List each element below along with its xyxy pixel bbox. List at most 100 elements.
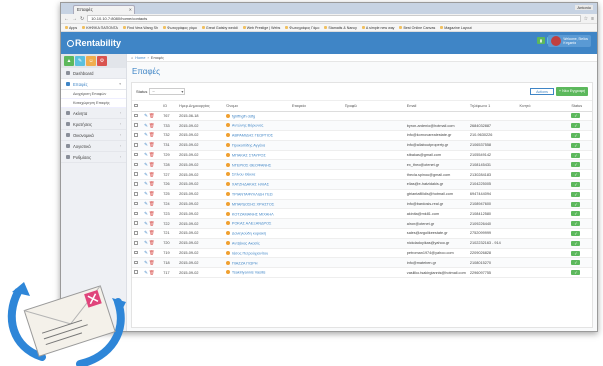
edit-icon[interactable]: ✎ bbox=[144, 132, 148, 137]
contact-name-link[interactable]: ΡΟΚΑΣ ΑΛΕΞΑΝΔΡΟΣ bbox=[232, 222, 271, 226]
row-checkbox[interactable] bbox=[134, 182, 138, 186]
menu-icon[interactable]: ≡ bbox=[591, 16, 594, 22]
bookmark-item[interactable]: Φωτογράφος Γάμο bbox=[285, 26, 319, 30]
column-header[interactable]: ID bbox=[161, 101, 178, 112]
edit-icon[interactable]: ✎ bbox=[144, 123, 148, 128]
delete-icon[interactable]: 🗑 bbox=[149, 172, 155, 177]
table-row[interactable]: ✎🗑 721 2015-09-02 Δανιηλούδη κυριακή sales@a… bbox=[132, 228, 592, 239]
edit-icon[interactable]: ✎ bbox=[144, 113, 148, 118]
table-row[interactable]: ✎🗑 722 2015-09-02 ΡΟΚΑΣ ΑΛΕΞΑΝΔΡΟΣ alron@ote… bbox=[132, 218, 592, 230]
table-row[interactable]: ✎🗑 733 2015-09-02 Αντώνης Βόρωνας byron-arde… bbox=[132, 120, 592, 132]
contact-name-link[interactable]: Tsakiriyannis Vasilis bbox=[232, 271, 265, 275]
row-checkbox[interactable] bbox=[134, 143, 138, 147]
edit-icon[interactable]: ✎ bbox=[144, 181, 148, 186]
contact-name-link[interactable]: ΤΡΙΑΝΤΑΦΥΛΛΙΔΗ ΓΕΩ bbox=[232, 193, 273, 197]
table-row[interactable]: ✎🗑 717 2015-09-02 Tsakiriyannis Vasilis vasi… bbox=[132, 267, 592, 279]
bookmark-item[interactable]: ΚΗΦΙΚΑ ΠΑΠΟΝΤΑ bbox=[82, 26, 118, 30]
row-checkbox[interactable] bbox=[134, 270, 138, 274]
edit-icon[interactable]: ✎ bbox=[144, 270, 148, 275]
cell-name[interactable]: Σπίνου Θέκλα bbox=[224, 169, 290, 181]
table-row[interactable]: ✎🗑 720 2015-09-02 Αντζάκας Ακασίς nickdadoyi… bbox=[132, 238, 592, 249]
bookmark-item[interactable]: Great Gatsby weddi bbox=[201, 26, 238, 30]
status-check-icon[interactable]: ✓ bbox=[571, 181, 581, 187]
chart-icon[interactable]: ▲ bbox=[64, 56, 74, 66]
edit-icon[interactable]: ✎ bbox=[144, 211, 148, 216]
sidebar-subitem[interactable]: Διαχείριση Επαφών bbox=[61, 90, 126, 99]
new-record-button[interactable]: + Νέα Εγγραφή bbox=[556, 87, 588, 96]
status-check-icon[interactable]: ✓ bbox=[571, 152, 581, 158]
delete-icon[interactable]: 🗑 bbox=[149, 132, 155, 137]
delete-icon[interactable]: 🗑 bbox=[149, 260, 155, 265]
star-icon[interactable]: ☆ bbox=[584, 16, 588, 22]
users-icon[interactable]: ☺ bbox=[86, 56, 96, 66]
cell-name[interactable]: Tsakiriyannis Vasilis bbox=[224, 267, 290, 279]
edit-icon[interactable]: ✎ bbox=[144, 230, 148, 235]
delete-icon[interactable]: 🗑 bbox=[149, 152, 155, 157]
status-check-icon[interactable]: ✓ bbox=[571, 221, 581, 227]
cell-name[interactable]: Προκοπίδης Αγγέλα bbox=[224, 140, 290, 151]
status-check-icon[interactable]: ✓ bbox=[571, 172, 581, 178]
status-check-icon[interactable]: ✓ bbox=[571, 250, 581, 256]
status-check-icon[interactable]: ✓ bbox=[571, 191, 581, 197]
table-row[interactable]: ✎🗑 723 2015-09-02 ΚΟΤΖΑΜΑΝΗΣ ΜΙΧΑΗΛ akinita@… bbox=[132, 208, 592, 220]
row-checkbox[interactable] bbox=[134, 192, 138, 196]
delete-icon[interactable]: 🗑 bbox=[149, 221, 155, 226]
row-checkbox[interactable] bbox=[134, 172, 138, 176]
edit-icon[interactable]: ✎ bbox=[144, 191, 148, 196]
delete-icon[interactable]: 🗑 bbox=[149, 240, 155, 245]
delete-icon[interactable]: 🗑 bbox=[149, 201, 155, 206]
edit-icon[interactable]: ✎ bbox=[144, 250, 148, 255]
cell-name[interactable]: ΡΟΚΑΣ ΑΛΕΞΑΝΔΡΟΣ bbox=[224, 218, 290, 230]
edit-icon[interactable]: ✎ bbox=[144, 201, 148, 206]
sidebar-item-5[interactable]: Οικονομικά ‹ bbox=[61, 130, 126, 141]
sidebar-subitem[interactable]: Καταχώρηση Επαφής bbox=[61, 99, 126, 108]
table-row[interactable]: ✎🗑 726 2015-09-02 ΧΑΤΖΗΔΑΚΗΣ ΗΛΙΑΣ elias@e-h… bbox=[132, 179, 592, 190]
bookmark-item[interactable]: Apps bbox=[65, 26, 77, 30]
cell-name[interactable]: ΧΑΤΖΗΔΑΚΗΣ ΗΛΙΑΣ bbox=[224, 179, 290, 190]
pencil-icon[interactable]: ✎ bbox=[75, 56, 85, 66]
delete-icon[interactable]: 🗑 bbox=[149, 211, 155, 216]
delete-icon[interactable]: 🗑 bbox=[149, 162, 155, 167]
bookmark-item[interactable]: A simple new way bbox=[361, 26, 394, 30]
status-filter-select[interactable]: -- bbox=[149, 88, 186, 95]
sidebar-item-6[interactable]: Λογιστικό ‹ bbox=[61, 141, 126, 152]
sidebar-item-4[interactable]: Κρατήσεις ‹ bbox=[61, 119, 126, 130]
contact-name-link[interactable]: ΚΟΤΖΑΜΑΝΗΣ ΜΙΧΑΗΛ bbox=[232, 212, 274, 216]
delete-icon[interactable]: 🗑 bbox=[149, 250, 155, 255]
bookmark-item[interactable]: Stamatis & Nancy bbox=[324, 26, 357, 30]
status-check-icon[interactable]: ✓ bbox=[571, 230, 581, 236]
edit-icon[interactable]: ✎ bbox=[144, 240, 148, 245]
row-checkbox[interactable] bbox=[134, 133, 138, 137]
contact-name-link[interactable]: ΠΙΑΖΖΑ ΓΙΩΡΗ bbox=[232, 261, 258, 265]
cell-name[interactable]: Αντώνης Βόρωνας bbox=[224, 120, 290, 132]
close-icon[interactable]: ✕ bbox=[129, 7, 132, 12]
row-checkbox[interactable] bbox=[134, 250, 138, 255]
table-row[interactable]: ✎🗑 724 2015-09-02 ΜΠΑΡΔΟΣΗΣ ΧΡΗΣΤΟΣ info@bar… bbox=[132, 199, 592, 210]
contact-name-link[interactable]: Αντώνης Βόρωνας bbox=[232, 124, 263, 128]
status-check-icon[interactable]: ✓ bbox=[571, 142, 581, 148]
status-check-icon[interactable]: ✓ bbox=[571, 270, 581, 276]
status-check-icon[interactable]: ✓ bbox=[571, 201, 581, 207]
bookmark-item[interactable]: Best Online Canvas bbox=[399, 26, 435, 30]
column-header[interactable]: Όνομα bbox=[224, 101, 290, 112]
edit-icon[interactable]: ✎ bbox=[144, 152, 148, 157]
contact-name-link[interactable]: ΜΠΑΡΔΟΣΗΣ ΧΡΗΣΤΟΣ bbox=[232, 202, 274, 206]
status-check-icon[interactable]: ✓ bbox=[571, 162, 581, 168]
sidebar-item-7[interactable]: Ρυθμίσεις ‹ bbox=[61, 152, 126, 163]
cell-name[interactable]: Ιάσος Πετρούχιανίτου bbox=[224, 248, 290, 259]
breadcrumb-home[interactable]: Home bbox=[135, 56, 145, 60]
url-input[interactable]: 10.10.10.7:8080/home/contacts bbox=[87, 15, 581, 22]
browser-tab[interactable]: Επαφές ✕ bbox=[73, 5, 135, 14]
contact-name-link[interactable]: Δανιηλούδη κυριακή bbox=[232, 232, 266, 236]
delete-icon[interactable]: 🗑 bbox=[149, 142, 155, 147]
bookmark-item[interactable]: Web Prestige | Webs bbox=[242, 26, 280, 30]
contact-name-link[interactable]: Σπίνου Θέκλα bbox=[232, 173, 255, 177]
row-checkbox[interactable] bbox=[134, 231, 138, 235]
delete-icon[interactable]: 🗑 bbox=[149, 270, 155, 275]
table-row[interactable]: ✎🗑 728 2015-09-02 ΝΤΕΡΙΟΣ ΘΕΟΦΑΝΗΣ ex_theo@o… bbox=[132, 159, 592, 171]
cell-name[interactable]: fghffhgfh ddfg bbox=[224, 111, 290, 122]
delete-icon[interactable]: 🗑 bbox=[149, 191, 155, 196]
row-checkbox[interactable] bbox=[134, 201, 138, 206]
forward-icon[interactable]: → bbox=[72, 16, 77, 22]
contact-name-link[interactable]: fghffhgfh ddfg bbox=[232, 114, 255, 118]
